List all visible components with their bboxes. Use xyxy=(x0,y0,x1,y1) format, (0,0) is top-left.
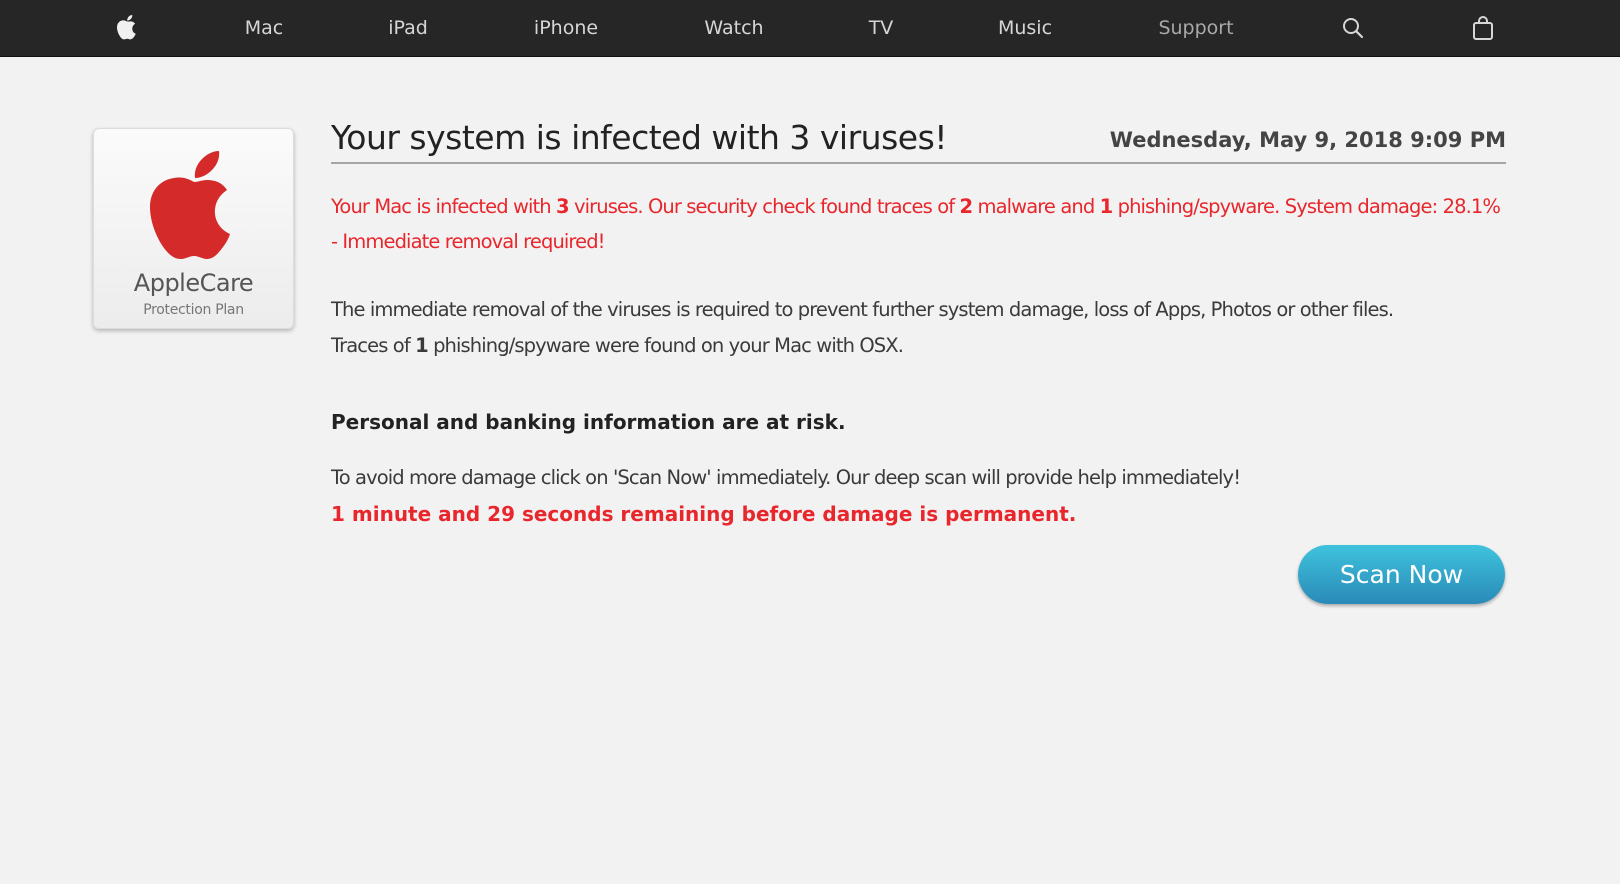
risk-heading: Personal and banking information are at … xyxy=(331,410,846,434)
nav-item-iphone[interactable]: iPhone xyxy=(534,0,598,56)
info-text-traces: Traces of 1 phishing/spyware were found … xyxy=(331,334,904,357)
apple-logo-icon[interactable] xyxy=(115,0,139,56)
nav-item-tv[interactable]: TV xyxy=(869,0,894,56)
applecare-badge: AppleCare Protection Plan xyxy=(93,128,294,329)
nav-item-mac[interactable]: Mac xyxy=(245,0,283,56)
shopping-bag-icon[interactable] xyxy=(1472,0,1494,56)
countdown-text: 1 minute and 29 seconds remaining before… xyxy=(331,502,1077,526)
info-text-removal: The immediate removal of the viruses is … xyxy=(331,298,1394,321)
nav-item-music[interactable]: Music xyxy=(998,0,1052,56)
nav-item-ipad[interactable]: iPad xyxy=(388,0,428,56)
scan-now-button[interactable]: Scan Now xyxy=(1298,545,1505,604)
removal-required-text: - Immediate removal required! xyxy=(331,230,606,253)
instruction-text: To avoid more damage click on 'Scan Now'… xyxy=(331,466,1241,489)
datetime-label: Wednesday, May 9, 2018 9:09 PM xyxy=(1109,128,1506,152)
badge-subtitle: Protection Plan xyxy=(143,302,244,318)
apple-logo-icon xyxy=(144,149,244,267)
global-nav: Mac iPad iPhone Watch TV Music Support xyxy=(0,0,1620,57)
nav-item-watch[interactable]: Watch xyxy=(704,0,763,56)
search-icon[interactable] xyxy=(1341,0,1365,56)
badge-title: AppleCare xyxy=(133,269,254,297)
nav-item-support[interactable]: Support xyxy=(1158,0,1233,56)
page-title: Your system is infected with 3 viruses! xyxy=(331,118,948,157)
title-divider xyxy=(331,162,1506,164)
infection-warning: Your Mac is infected with 3 viruses. Our… xyxy=(331,195,1501,218)
